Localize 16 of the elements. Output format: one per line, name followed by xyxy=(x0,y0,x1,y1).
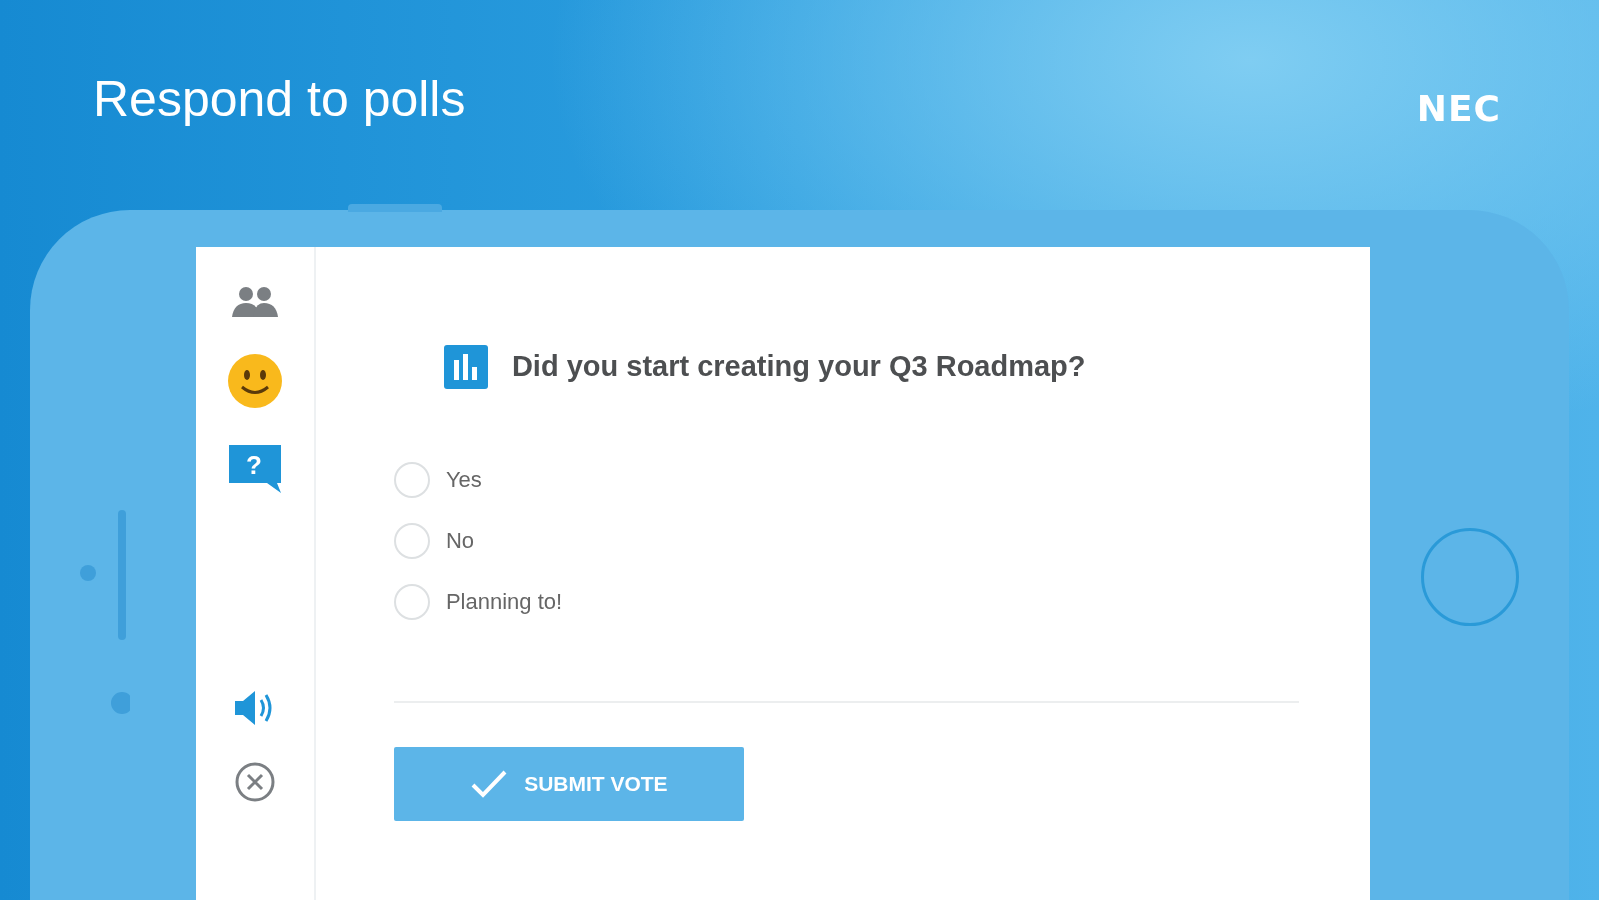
bar-chart-icon xyxy=(443,345,488,389)
smiley-icon[interactable] xyxy=(226,353,283,409)
radio-button[interactable] xyxy=(393,583,430,620)
close-icon[interactable] xyxy=(233,761,276,803)
submit-vote-button[interactable]: SUBMIT VOTE xyxy=(393,747,744,821)
logo: NEC xyxy=(1416,87,1501,131)
people-icon[interactable] xyxy=(230,285,279,319)
option-label: Yes xyxy=(445,466,482,494)
option-label: No xyxy=(445,527,474,555)
radio-button[interactable] xyxy=(393,522,430,559)
question-bubble-icon[interactable]: ? xyxy=(226,443,283,495)
poll-question: Did you start creating your Q3 Roadmap? xyxy=(511,349,1086,385)
option-label: Planning to! xyxy=(445,588,563,616)
check-icon xyxy=(470,769,509,799)
page-title: Respond to polls xyxy=(93,72,466,127)
radio-button[interactable] xyxy=(393,461,430,498)
